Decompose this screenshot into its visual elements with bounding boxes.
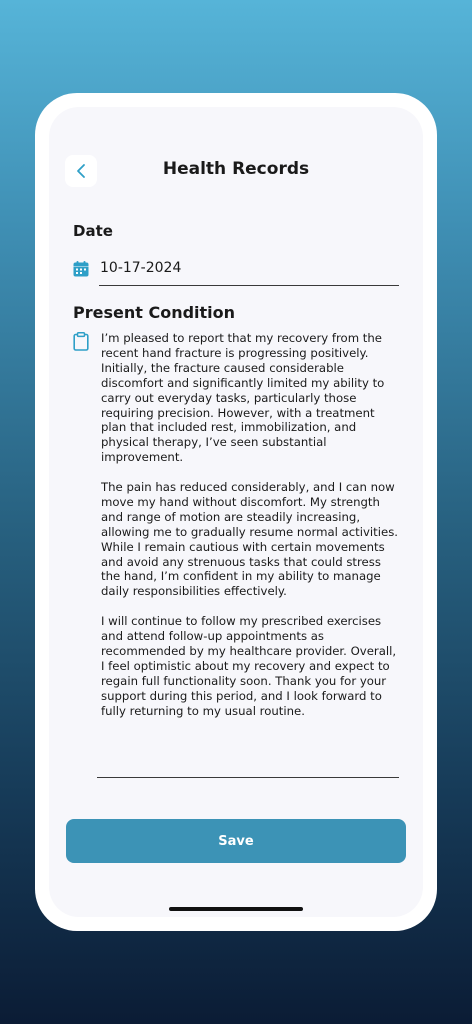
present-condition-textarea[interactable]: I’m pleased to report that my recovery f…	[101, 331, 399, 751]
condition-paragraph: The pain has reduced considerably, and I…	[101, 480, 398, 599]
app-screen: Health Records Date Present Condition	[49, 107, 423, 917]
present-condition-label: Present Condition	[73, 303, 236, 322]
date-field[interactable]	[73, 257, 399, 279]
calendar-icon[interactable]	[73, 261, 89, 277]
date-input[interactable]	[100, 257, 399, 279]
condition-paragraph: I’m pleased to report that my recovery f…	[101, 331, 385, 465]
date-label: Date	[73, 222, 113, 240]
clipboard-icon	[73, 332, 89, 351]
home-indicator	[169, 907, 303, 911]
phone-frame: Health Records Date Present Condition	[35, 93, 437, 931]
date-underline	[99, 285, 399, 286]
save-button[interactable]: Save	[66, 819, 406, 863]
page-title: Health Records	[162, 159, 310, 179]
condition-paragraph: I will continue to follow my prescribed …	[101, 614, 397, 718]
condition-underline	[97, 777, 399, 778]
